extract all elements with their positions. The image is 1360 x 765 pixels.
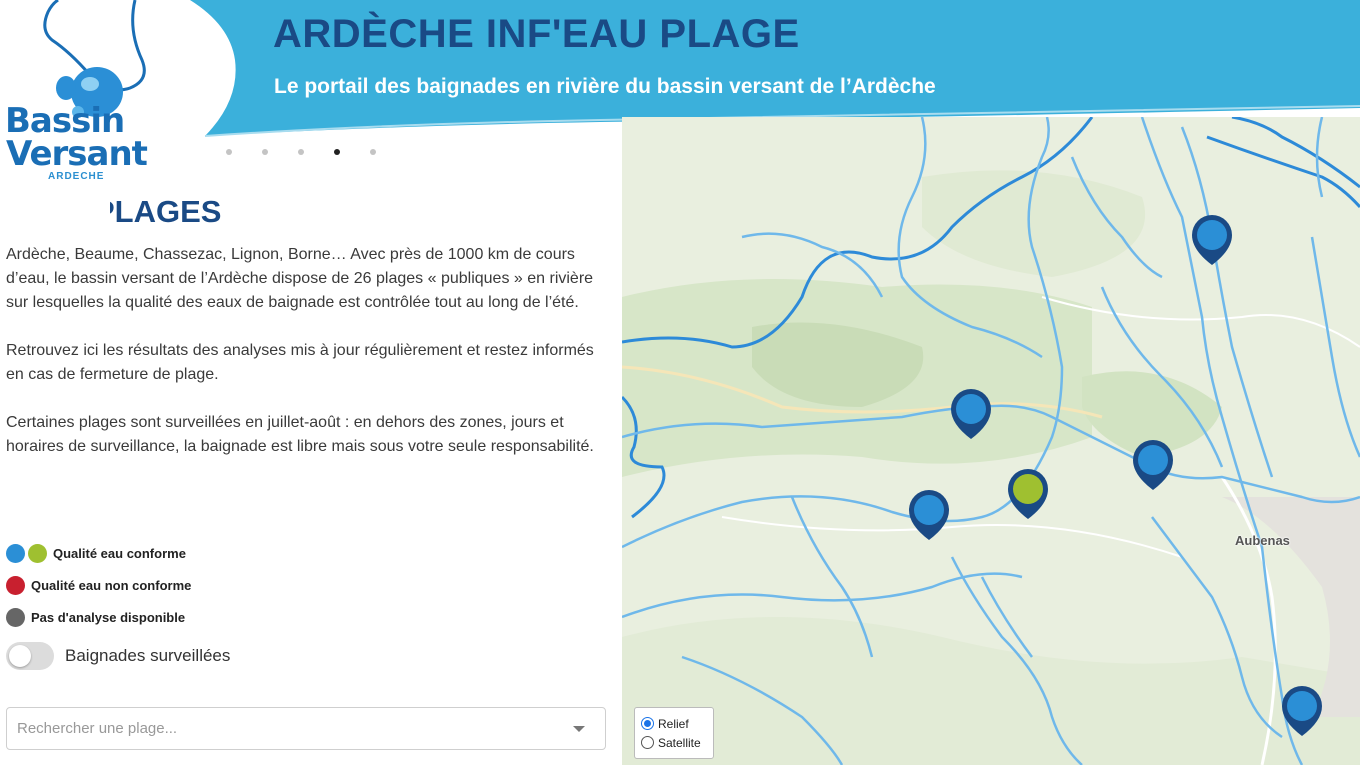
map-town-label: Aubenas [1235, 533, 1290, 548]
legend-item-conforme: Qualité eau conforme [6, 537, 191, 569]
site-title: ARDÈCHE INF'EAU PLAGE [273, 12, 800, 56]
supervised-filter: Baignades surveillées [6, 642, 230, 670]
layer-relief-label: Relief [658, 716, 689, 731]
legend-label: Pas d'analyse disponible [31, 609, 186, 625]
map-terrain [622, 117, 1360, 765]
legend-item-no-analysis: Pas d'analyse disponible [6, 601, 191, 633]
carousel-dot[interactable] [226, 149, 232, 155]
layer-option-relief[interactable]: Relief [641, 714, 707, 733]
layer-option-satellite[interactable]: Satellite [641, 733, 707, 752]
beach-search-input[interactable] [7, 708, 567, 749]
red-dot-icon [6, 575, 25, 595]
site-subtitle: Le portail des baignades en rivière du b… [274, 75, 936, 98]
quality-legend: Qualité eau conforme Qualité eau non con… [6, 537, 191, 633]
layer-satellite-label: Satellite [658, 735, 701, 750]
radio-relief[interactable] [641, 717, 654, 730]
blue-dot-icon [6, 543, 25, 563]
logo-text-bassin: Bassin [5, 101, 125, 141]
logo-text-ardeche: ARDECHE [48, 171, 105, 182]
carousel-dot[interactable] [262, 149, 268, 155]
section-heading-text: PLAGES [110, 194, 222, 229]
beach-search-select[interactable] [6, 707, 606, 750]
legend-item-non-conforme: Qualité eau non conforme [6, 569, 191, 601]
radio-satellite[interactable] [641, 736, 654, 749]
intro-paragraph: Certaines plages sont surveillées en jui… [6, 414, 594, 455]
map-view[interactable]: Aubenas Relief Satellite [622, 117, 1360, 765]
toggle-knob [9, 645, 31, 667]
chevron-down-icon[interactable] [573, 726, 585, 732]
carousel-dot-active[interactable] [334, 149, 340, 155]
section-heading: PLAGES [110, 194, 221, 230]
layer-switcher: Relief Satellite [634, 707, 714, 759]
intro-paragraph: Ardèche, Beaume, Chassezac, Lignon, Born… [6, 246, 594, 311]
intro-paragraph: Retrouvez ici les résultats des analyses… [6, 342, 594, 383]
legend-label: Qualité eau conforme [53, 545, 186, 561]
supervised-toggle-label: Baignades surveillées [65, 646, 231, 665]
green-dot-icon [28, 543, 47, 563]
bassin-versant-logo[interactable]: Bassin Versant ARDECHE [0, 0, 160, 185]
intro-text: Ardèche, Beaume, Chassezac, Lignon, Born… [6, 243, 606, 483]
grey-dot-icon [6, 607, 25, 627]
logo-text-versant: Versant [6, 134, 148, 174]
carousel-dot[interactable] [298, 149, 304, 155]
legend-label: Qualité eau non conforme [31, 577, 192, 593]
supervised-toggle[interactable] [6, 642, 54, 670]
carousel-indicators [226, 149, 406, 155]
carousel-dot[interactable] [370, 149, 376, 155]
